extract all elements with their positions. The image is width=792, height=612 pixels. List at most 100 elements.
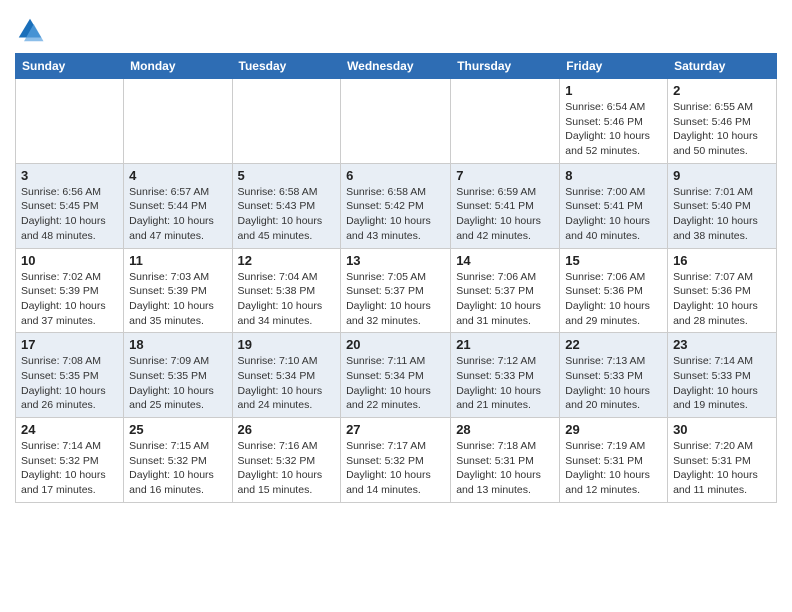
calendar-cell xyxy=(232,79,341,164)
calendar-cell: 5Sunrise: 6:58 AMSunset: 5:43 PMDaylight… xyxy=(232,163,341,248)
day-info: Sunrise: 6:58 AMSunset: 5:42 PMDaylight:… xyxy=(346,185,445,244)
weekday-header-saturday: Saturday xyxy=(668,54,777,79)
day-number: 14 xyxy=(456,253,554,268)
day-number: 27 xyxy=(346,422,445,437)
day-number: 26 xyxy=(238,422,336,437)
calendar-cell: 26 Sunrise: 7:16 AMSunset: 5:32 PMDayligh… xyxy=(232,418,341,503)
day-info: Sunrise: 7:12 AMSunset: 5:33 PMDaylight:… xyxy=(456,354,554,413)
calendar-header-row: SundayMondayTuesdayWednesdayThursdayFrid… xyxy=(16,54,777,79)
calendar-row-4: 17 Sunrise: 7:08 AMSunset: 5:35 PMDayligh… xyxy=(16,333,777,418)
calendar-cell: 20 Sunrise: 7:11 AMSunset: 5:34 PMDayligh… xyxy=(341,333,451,418)
day-info: Sunrise: 7:15 AMSunset: 5:32 PMDaylight:… xyxy=(129,439,226,498)
weekday-header-thursday: Thursday xyxy=(451,54,560,79)
day-number: 17 xyxy=(21,337,118,352)
day-info: Sunrise: 7:13 AMSunset: 5:33 PMDaylight:… xyxy=(565,354,662,413)
day-info: Sunrise: 6:58 AMSunset: 5:43 PMDaylight:… xyxy=(238,185,336,244)
logo xyxy=(15,15,49,45)
day-number: 1 xyxy=(565,83,662,98)
day-info: Sunrise: 6:59 AMSunset: 5:41 PMDaylight:… xyxy=(456,185,554,244)
day-number: 3 xyxy=(21,168,118,183)
logo-icon xyxy=(15,15,45,45)
day-info: Sunrise: 7:03 AMSunset: 5:39 PMDaylight:… xyxy=(129,270,226,329)
calendar-cell: 19 Sunrise: 7:10 AMSunset: 5:34 PMDayligh… xyxy=(232,333,341,418)
day-info: Sunrise: 6:54 AMSunset: 5:46 PMDaylight:… xyxy=(565,100,662,159)
day-info: Sunrise: 7:02 AMSunset: 5:39 PMDaylight:… xyxy=(21,270,118,329)
day-number: 12 xyxy=(238,253,336,268)
day-info: Sunrise: 7:11 AMSunset: 5:34 PMDaylight:… xyxy=(346,354,445,413)
weekday-header-wednesday: Wednesday xyxy=(341,54,451,79)
day-number: 20 xyxy=(346,337,445,352)
day-info: Sunrise: 7:10 AMSunset: 5:34 PMDaylight:… xyxy=(238,354,336,413)
day-number: 18 xyxy=(129,337,226,352)
calendar-cell: 27 Sunrise: 7:17 AMSunset: 5:32 PMDayligh… xyxy=(341,418,451,503)
calendar-cell: 24 Sunrise: 7:14 AMSunset: 5:32 PMDayligh… xyxy=(16,418,124,503)
day-number: 4 xyxy=(129,168,226,183)
day-info: Sunrise: 7:01 AMSunset: 5:40 PMDaylight:… xyxy=(673,185,771,244)
calendar-cell xyxy=(16,79,124,164)
calendar-cell: 2 Sunrise: 6:55 AMSunset: 5:46 PMDaylight… xyxy=(668,79,777,164)
calendar-cell: 14 Sunrise: 7:06 AMSunset: 5:37 PMDayligh… xyxy=(451,248,560,333)
day-number: 19 xyxy=(238,337,336,352)
day-number: 7 xyxy=(456,168,554,183)
calendar-row-1: 1 Sunrise: 6:54 AMSunset: 5:46 PMDaylight… xyxy=(16,79,777,164)
calendar-cell: 21 Sunrise: 7:12 AMSunset: 5:33 PMDayligh… xyxy=(451,333,560,418)
day-info: Sunrise: 7:06 AMSunset: 5:36 PMDaylight:… xyxy=(565,270,662,329)
day-number: 29 xyxy=(565,422,662,437)
calendar-row-3: 10Sunrise: 7:02 AMSunset: 5:39 PMDayligh… xyxy=(16,248,777,333)
page-container: SundayMondayTuesdayWednesdayThursdayFrid… xyxy=(0,0,792,508)
calendar-cell: 16 Sunrise: 7:07 AMSunset: 5:36 PMDayligh… xyxy=(668,248,777,333)
day-info: Sunrise: 7:00 AMSunset: 5:41 PMDaylight:… xyxy=(565,185,662,244)
calendar-cell: 28Sunrise: 7:18 AMSunset: 5:31 PMDayligh… xyxy=(451,418,560,503)
calendar-row-2: 3 Sunrise: 6:56 AMSunset: 5:45 PMDaylight… xyxy=(16,163,777,248)
day-number: 6 xyxy=(346,168,445,183)
calendar-cell: 11 Sunrise: 7:03 AMSunset: 5:39 PMDayligh… xyxy=(124,248,232,333)
calendar-cell: 6 Sunrise: 6:58 AMSunset: 5:42 PMDaylight… xyxy=(341,163,451,248)
calendar-cell xyxy=(124,79,232,164)
calendar-cell xyxy=(451,79,560,164)
day-info: Sunrise: 7:07 AMSunset: 5:36 PMDaylight:… xyxy=(673,270,771,329)
calendar-cell: 18 Sunrise: 7:09 AMSunset: 5:35 PMDayligh… xyxy=(124,333,232,418)
calendar-cell xyxy=(341,79,451,164)
calendar-cell: 7 Sunrise: 6:59 AMSunset: 5:41 PMDaylight… xyxy=(451,163,560,248)
day-number: 2 xyxy=(673,83,771,98)
day-number: 8 xyxy=(565,168,662,183)
day-number: 13 xyxy=(346,253,445,268)
weekday-header-monday: Monday xyxy=(124,54,232,79)
day-number: 22 xyxy=(565,337,662,352)
day-info: Sunrise: 7:18 AMSunset: 5:31 PMDaylight:… xyxy=(456,439,554,498)
day-number: 24 xyxy=(21,422,118,437)
weekday-header-tuesday: Tuesday xyxy=(232,54,341,79)
header xyxy=(15,10,777,45)
calendar-cell: 12 Sunrise: 7:04 AMSunset: 5:38 PMDayligh… xyxy=(232,248,341,333)
calendar-cell: 4Sunrise: 6:57 AMSunset: 5:44 PMDaylight… xyxy=(124,163,232,248)
day-number: 16 xyxy=(673,253,771,268)
calendar-cell: 22 Sunrise: 7:13 AMSunset: 5:33 PMDayligh… xyxy=(560,333,668,418)
day-info: Sunrise: 7:09 AMSunset: 5:35 PMDaylight:… xyxy=(129,354,226,413)
day-info: Sunrise: 7:16 AMSunset: 5:32 PMDaylight:… xyxy=(238,439,336,498)
calendar-cell: 8 Sunrise: 7:00 AMSunset: 5:41 PMDaylight… xyxy=(560,163,668,248)
day-info: Sunrise: 6:56 AMSunset: 5:45 PMDaylight:… xyxy=(21,185,118,244)
day-info: Sunrise: 7:04 AMSunset: 5:38 PMDaylight:… xyxy=(238,270,336,329)
day-number: 11 xyxy=(129,253,226,268)
day-info: Sunrise: 7:14 AMSunset: 5:33 PMDaylight:… xyxy=(673,354,771,413)
calendar-cell: 30Sunrise: 7:20 AMSunset: 5:31 PMDayligh… xyxy=(668,418,777,503)
day-number: 30 xyxy=(673,422,771,437)
calendar-cell: 25Sunrise: 7:15 AMSunset: 5:32 PMDayligh… xyxy=(124,418,232,503)
weekday-header-friday: Friday xyxy=(560,54,668,79)
weekday-header-sunday: Sunday xyxy=(16,54,124,79)
day-info: Sunrise: 7:17 AMSunset: 5:32 PMDaylight:… xyxy=(346,439,445,498)
calendar-cell: 17 Sunrise: 7:08 AMSunset: 5:35 PMDayligh… xyxy=(16,333,124,418)
day-number: 15 xyxy=(565,253,662,268)
day-info: Sunrise: 7:14 AMSunset: 5:32 PMDaylight:… xyxy=(21,439,118,498)
calendar-table: SundayMondayTuesdayWednesdayThursdayFrid… xyxy=(15,53,777,503)
calendar-cell: 10Sunrise: 7:02 AMSunset: 5:39 PMDayligh… xyxy=(16,248,124,333)
day-number: 21 xyxy=(456,337,554,352)
calendar-cell: 1 Sunrise: 6:54 AMSunset: 5:46 PMDaylight… xyxy=(560,79,668,164)
day-info: Sunrise: 7:06 AMSunset: 5:37 PMDaylight:… xyxy=(456,270,554,329)
day-info: Sunrise: 6:55 AMSunset: 5:46 PMDaylight:… xyxy=(673,100,771,159)
calendar-cell: 9Sunrise: 7:01 AMSunset: 5:40 PMDaylight… xyxy=(668,163,777,248)
day-info: Sunrise: 7:08 AMSunset: 5:35 PMDaylight:… xyxy=(21,354,118,413)
calendar-row-5: 24 Sunrise: 7:14 AMSunset: 5:32 PMDayligh… xyxy=(16,418,777,503)
calendar-cell: 23Sunrise: 7:14 AMSunset: 5:33 PMDayligh… xyxy=(668,333,777,418)
calendar-cell: 3 Sunrise: 6:56 AMSunset: 5:45 PMDaylight… xyxy=(16,163,124,248)
